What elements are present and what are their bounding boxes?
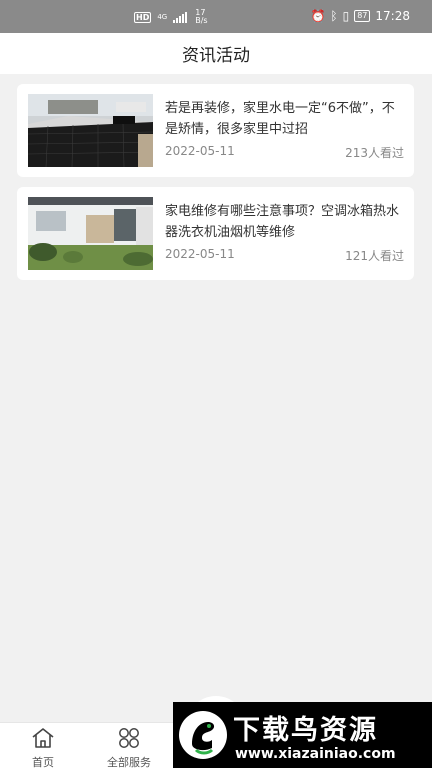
clock: 17:28 <box>375 9 410 23</box>
article-date: 2022-05-11 <box>165 144 235 158</box>
page-title: 资讯活动 <box>182 46 250 66</box>
nav-label-home: 首页 <box>32 756 54 768</box>
vibrate-icon: ▯ <box>342 9 350 23</box>
article-title[interactable]: 若是再装修，家里水电一定“6不做”，不是矫情，很多家里中过招 <box>165 98 405 140</box>
nav-label-services: 全部服务 <box>107 756 151 768</box>
article-card[interactable]: 家电维修有哪些注意事项？空调冰箱热水器洗衣机油烟机等维修 2022-05-11 … <box>17 187 414 280</box>
status-bar: HD 4G 17 B/s ⏰ ᛒ ▯ 87 17:28 <box>0 0 432 33</box>
article-date: 2022-05-11 <box>165 247 235 261</box>
watermark-banner: 下载鸟资源 www.xiazainiao.com <box>173 702 432 768</box>
battery-icon: 87 <box>354 10 371 22</box>
bluetooth-icon: ᛒ <box>330 9 338 23</box>
alarm-icon: ⏰ <box>310 9 326 23</box>
status-center: HD 4G 17 B/s <box>134 9 208 25</box>
nav-item-services[interactable]: 全部服务 <box>99 727 159 768</box>
signal-icon <box>173 11 188 23</box>
page-header: 资讯活动 <box>0 33 432 74</box>
nav-item-home[interactable]: 首页 <box>13 727 73 768</box>
status-right: ⏰ ᛒ ▯ 87 17:28 <box>310 9 410 23</box>
home-icon <box>32 728 54 748</box>
bird-logo-icon <box>179 711 227 759</box>
article-views: 121人看过 <box>345 249 404 263</box>
network-label: 4G <box>157 13 168 21</box>
article-views: 213人看过 <box>345 146 404 160</box>
network-speed: 17 B/s <box>195 8 208 25</box>
hd-badge: HD <box>134 11 152 23</box>
watermark-title: 下载鸟资源 <box>233 715 378 746</box>
services-grid-icon <box>119 728 139 748</box>
article-card[interactable]: 若是再装修，家里水电一定“6不做”，不是矫情，很多家里中过招 2022-05-1… <box>17 84 414 177</box>
house-photo <box>28 197 153 270</box>
article-title[interactable]: 家电维修有哪些注意事项？空调冰箱热水器洗衣机油烟机等维修 <box>165 201 405 243</box>
watermark-url: www.xiazainiao.com <box>235 746 396 762</box>
construction-photo <box>28 94 153 167</box>
